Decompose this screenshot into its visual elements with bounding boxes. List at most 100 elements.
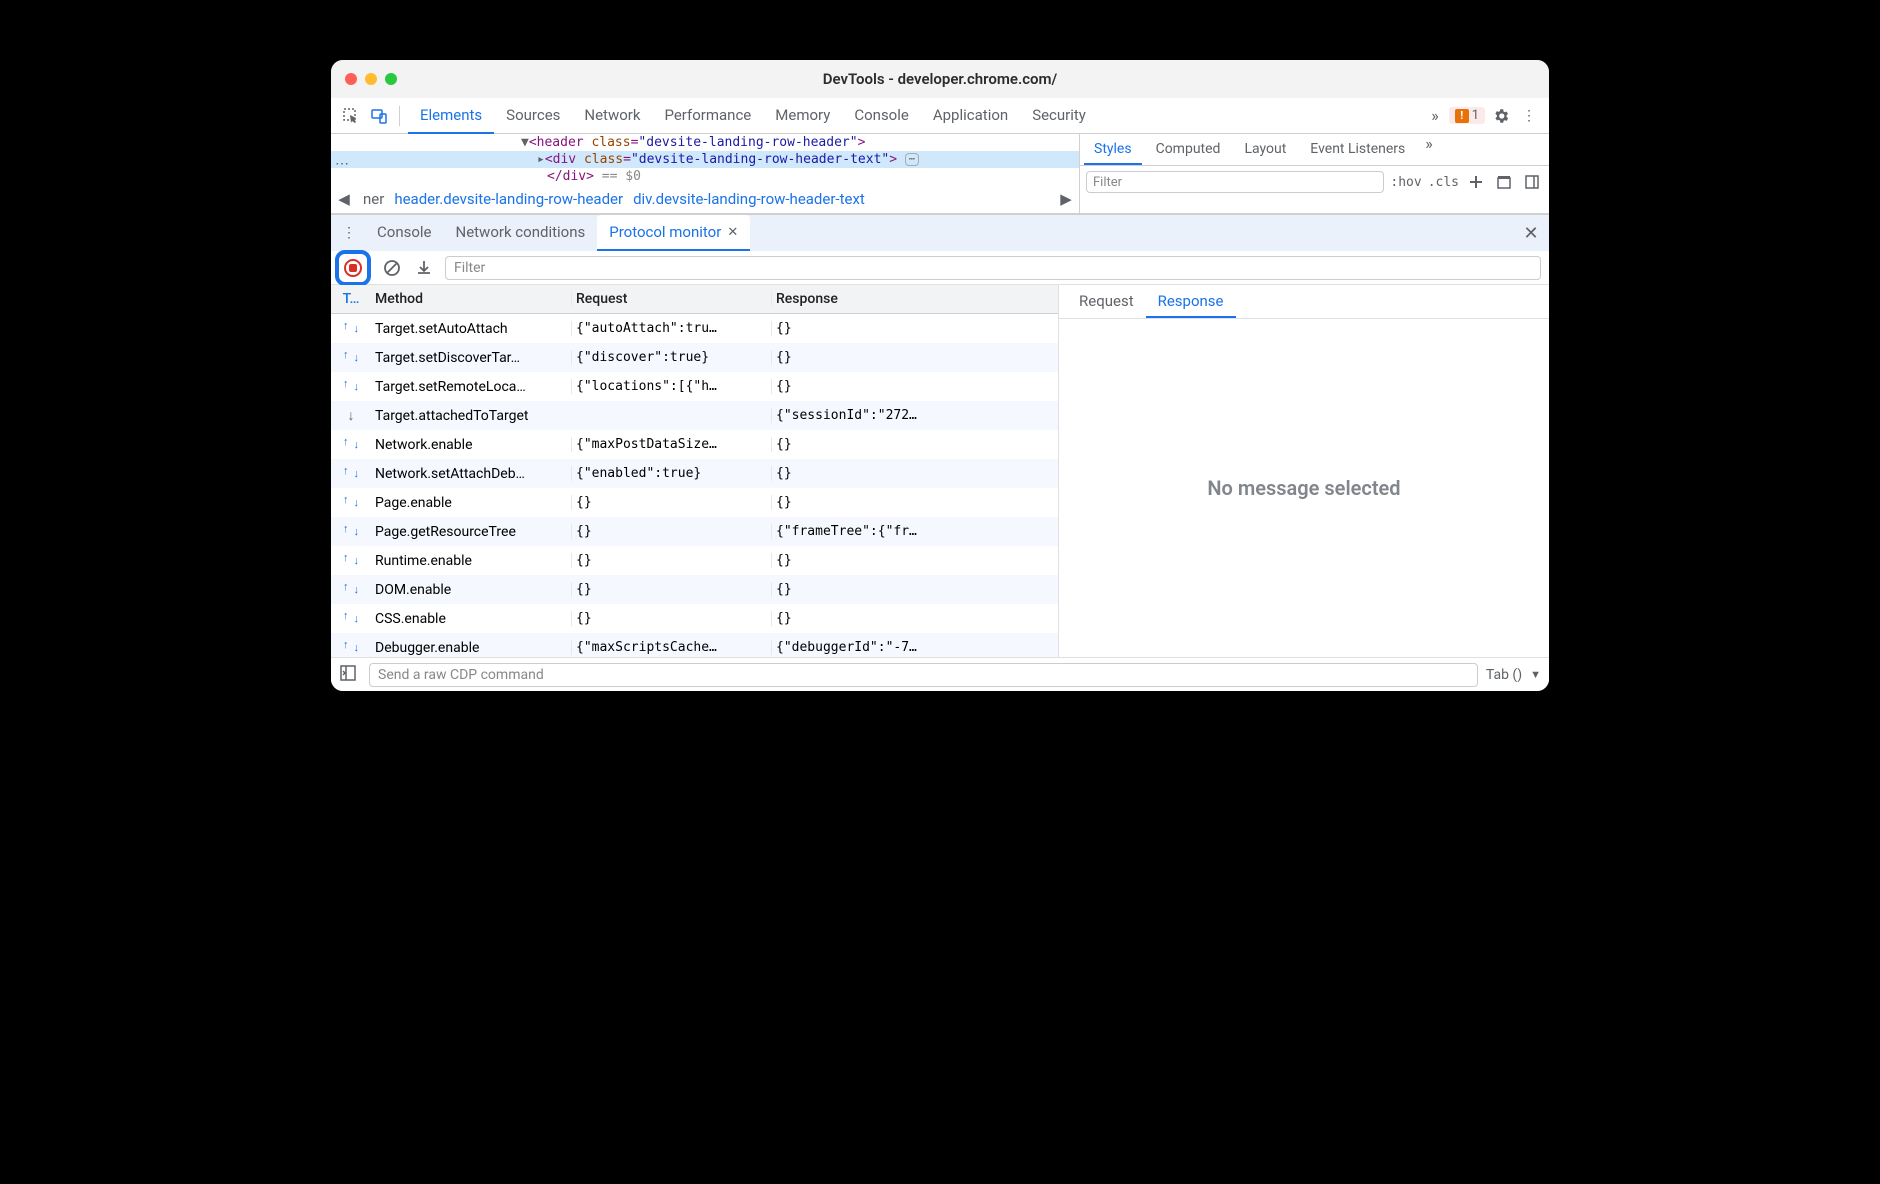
panel-tabs: ElementsSourcesNetworkPerformanceMemoryC… (408, 98, 1421, 134)
response-cell: {} (771, 582, 1058, 597)
protocol-monitor-toolbar: Filter (331, 251, 1549, 285)
dom-line[interactable]: ▼<header class="devsite-landing-row-head… (331, 134, 1079, 151)
col-header-method[interactable]: Method (371, 291, 571, 307)
table-row[interactable]: Runtime.enable{}{} (331, 546, 1058, 575)
styles-tab-layout[interactable]: Layout (1234, 134, 1296, 165)
table-row[interactable]: Network.setAttachDeb…{"enabled":true}{} (331, 459, 1058, 488)
kebab-menu-icon[interactable]: ⋮ (1517, 108, 1541, 124)
cdp-command-row: Send a raw CDP command Tab () ▼ (331, 657, 1549, 691)
table-row[interactable]: Network.enable{"maxPostDataSize…{} (331, 430, 1058, 459)
breadcrumb-item[interactable]: div.devsite-landing-row-header-text (633, 190, 865, 208)
ellipsis-icon[interactable]: ⋯ (335, 156, 349, 172)
response-cell: {} (771, 611, 1058, 626)
direction-icon (331, 319, 371, 339)
table-row[interactable]: Target.setRemoteLoca…{"locations":[{"h…{… (331, 372, 1058, 401)
detail-tab-response[interactable]: Response (1146, 285, 1236, 318)
col-header-response[interactable]: Response (771, 291, 1058, 307)
col-header-request[interactable]: Request (571, 291, 771, 307)
table-header: T… Method Request Response (331, 285, 1058, 314)
breadcrumb-item[interactable]: header.devsite-landing-row-header (394, 190, 623, 208)
new-style-rule-icon[interactable] (1465, 174, 1487, 190)
tab-performance[interactable]: Performance (652, 98, 763, 134)
detail-tab-request[interactable]: Request (1067, 285, 1146, 318)
request-cell: {} (571, 582, 771, 597)
settings-icon[interactable] (1489, 107, 1513, 125)
toggle-sidebar-icon[interactable] (1521, 174, 1543, 190)
protocol-filter-input[interactable]: Filter (445, 256, 1541, 280)
response-cell: {"debuggerId":"-7… (771, 640, 1058, 655)
drawer-tab-network-conditions[interactable]: Network conditions (444, 215, 598, 251)
breadcrumb: ◀ ner header.devsite-landing-row-header … (331, 185, 1079, 213)
table-row[interactable]: DOM.enable{}{} (331, 575, 1058, 604)
drawer-tab-protocol-monitor[interactable]: Protocol monitor✕ (597, 215, 750, 251)
issues-badge[interactable]: ! 1 (1449, 107, 1485, 124)
response-cell: {} (771, 437, 1058, 452)
styles-tab-computed[interactable]: Computed (1146, 134, 1231, 165)
drawer-tabs: ⋮ ConsoleNetwork conditionsProtocol moni… (331, 215, 1549, 251)
direction-icon (331, 551, 371, 571)
tab-application[interactable]: Application (921, 98, 1020, 134)
table-row[interactable]: Page.getResourceTree{}{"frameTree":{"fr… (331, 517, 1058, 546)
protocol-monitor-body: T… Method Request Response Target.setAut… (331, 285, 1549, 657)
tab-security[interactable]: Security (1020, 98, 1098, 134)
response-cell: {"frameTree":{"fr… (771, 524, 1058, 539)
table-row[interactable]: ↓Target.attachedToTarget{"sessionId":"27… (331, 401, 1058, 430)
request-cell: {"autoAttach":tru… (571, 321, 771, 336)
table-row[interactable]: Debugger.enable{"maxScriptsCache…{"debug… (331, 633, 1058, 657)
drawer-tab-console[interactable]: Console (365, 215, 444, 251)
styles-more-icon[interactable]: » (1419, 134, 1439, 165)
response-cell: {} (771, 553, 1058, 568)
breadcrumb-prev-icon[interactable]: ◀ (335, 190, 353, 208)
table-row[interactable]: CSS.enable{}{} (331, 604, 1058, 633)
request-cell: {"maxScriptsCache… (571, 640, 771, 655)
method-cell: CSS.enable (371, 611, 571, 627)
titlebar: DevTools - developer.chrome.com/ (331, 60, 1549, 98)
protocol-detail-pane: RequestResponse No message selected (1059, 285, 1549, 657)
method-cell: Target.attachedToTarget (371, 408, 571, 424)
detail-tabs: RequestResponse (1059, 285, 1549, 319)
tab-sources[interactable]: Sources (494, 98, 572, 134)
close-tab-icon[interactable]: ✕ (727, 225, 738, 240)
method-cell: Target.setDiscoverTar… (371, 350, 571, 366)
col-header-type[interactable]: T… (331, 291, 371, 307)
computed-styles-icon[interactable] (1493, 174, 1515, 190)
inspect-icon[interactable] (339, 104, 363, 128)
device-toggle-icon[interactable] (367, 104, 391, 128)
cls-toggle[interactable]: .cls (1428, 175, 1459, 190)
breadcrumb-next-icon[interactable]: ▶ (1057, 190, 1075, 208)
breadcrumb-item[interactable]: ner (363, 190, 384, 208)
tab-memory[interactable]: Memory (763, 98, 842, 134)
more-tabs-icon[interactable]: » (1425, 106, 1445, 125)
direction-icon (331, 493, 371, 513)
method-cell: Page.getResourceTree (371, 524, 571, 540)
response-cell: {} (771, 350, 1058, 365)
drawer-menu-icon[interactable]: ⋮ (337, 225, 361, 241)
record-button[interactable] (344, 259, 362, 277)
direction-icon (331, 377, 371, 397)
styles-tab-styles[interactable]: Styles (1084, 134, 1142, 165)
tab-console[interactable]: Console (842, 98, 921, 134)
dom-line[interactable]: </div> == $0 (331, 168, 1079, 185)
hov-toggle[interactable]: :hov (1390, 175, 1421, 190)
tab-network[interactable]: Network (572, 98, 652, 134)
save-icon[interactable] (413, 259, 435, 277)
tab-elements[interactable]: Elements (408, 98, 494, 134)
ellipsis-icon[interactable]: ⋯ (905, 153, 919, 166)
response-cell: {} (771, 495, 1058, 510)
table-row[interactable]: Page.enable{}{} (331, 488, 1058, 517)
toggle-layout-icon[interactable] (339, 664, 361, 686)
method-cell: Target.setAutoAttach (371, 321, 571, 337)
main-split: ▼<header class="devsite-landing-row-head… (331, 134, 1549, 214)
dom-line-selected[interactable]: ▸<div class="devsite-landing-row-header-… (331, 151, 1079, 168)
table-row[interactable]: Target.setAutoAttach{"autoAttach":tru…{} (331, 314, 1058, 343)
styles-tab-event-listeners[interactable]: Event Listeners (1300, 134, 1415, 165)
drawer-close-icon[interactable]: ✕ (1519, 223, 1543, 244)
styles-toolbar: Filter :hov .cls (1080, 166, 1549, 198)
table-row[interactable]: Target.setDiscoverTar…{"discover":true}{… (331, 343, 1058, 372)
styles-filter-input[interactable]: Filter (1086, 171, 1384, 193)
request-cell: {"discover":true} (571, 350, 771, 365)
cdp-command-input[interactable]: Send a raw CDP command (369, 663, 1478, 687)
clear-icon[interactable] (381, 259, 403, 277)
cdp-tab-hint[interactable]: Tab () ▼ (1486, 667, 1541, 683)
direction-icon (331, 348, 371, 368)
